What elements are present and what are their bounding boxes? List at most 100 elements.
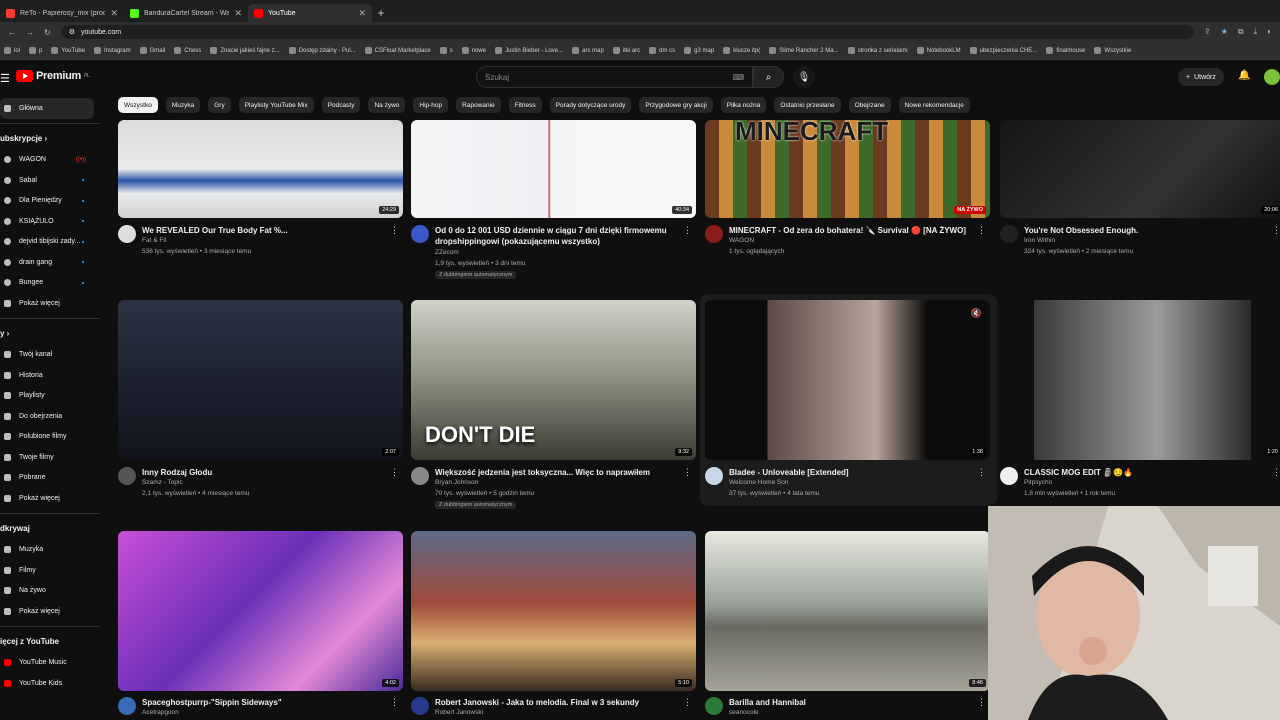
more-options-icon[interactable]: ⋮ [390,467,399,478]
video-title[interactable]: Spaceghostpurrp-"Sippin Sideways" [142,697,387,708]
share-icon[interactable]: ⇪ [1204,27,1211,37]
reload-icon[interactable]: ↻ [44,28,51,37]
video-thumbnail[interactable]: 1:20 [1000,300,1280,460]
video-thumbnail[interactable]: 40:34 [411,120,696,218]
download-icon[interactable]: ⤓ [1254,27,1258,37]
channel-avatar[interactable] [118,225,136,243]
bookmark-item[interactable]: Slime Rancher 2 Ma... [769,47,839,54]
bookmark-item[interactable]: YouTube [51,47,85,54]
bookmark-item[interactable]: NotebookLM [916,47,961,54]
bookmark-item[interactable]: Znacie jakieś fajne z... [210,47,280,54]
channel-name[interactable]: ZZecom [435,249,459,256]
more-options-icon[interactable]: ⋮ [683,225,692,236]
bookmark-item[interactable]: s [439,47,453,54]
video-title[interactable]: MINECRAFT - Od zera do bohatera! 🔪 Survi… [729,225,974,236]
channel-name[interactable]: Szamz - Topic [142,479,183,486]
bookmark-item[interactable]: p [29,47,42,54]
sidebar-item-subs-1[interactable]: Sabal [0,170,100,191]
search-input[interactable]: Szukaj ⌨ [476,66,753,88]
account-avatar[interactable] [1264,69,1280,85]
more-options-icon[interactable]: ⋮ [683,697,692,708]
channel-avatar[interactable] [411,697,429,715]
profile-icon[interactable]: ◐ [1267,27,1272,37]
youtube-logo[interactable]: Premium PL [16,70,90,82]
bookmark-item[interactable]: CSFloat Marketplace [364,47,431,54]
bookmark-item[interactable]: nowe [461,47,486,54]
chip-0[interactable]: Wszystko [118,97,158,113]
sidebar-item-more-0[interactable]: YouTube Music [0,653,100,674]
chip-5[interactable]: Na żywo [368,97,406,113]
channel-avatar[interactable] [1000,467,1018,485]
chip-9[interactable]: Porady dotyczące urody [549,97,632,113]
channel-avatar[interactable] [411,467,429,485]
video-thumbnail[interactable]: 1:38 🔇 [705,300,990,460]
channel-name[interactable]: Welcome Home Son [729,479,789,486]
sidebar-item-explore-0[interactable]: Muzyka [0,540,100,561]
channel-name[interactable]: Fat & Fit [142,237,167,244]
bookmark-item[interactable]: g3 map [684,47,714,54]
video-thumbnail[interactable]: 2:07 [118,300,403,460]
chip-3[interactable]: Playlisty YouTube Mix [238,97,314,113]
chip-6[interactable]: Hip-hop [413,97,449,113]
star-icon[interactable]: ★ [1221,27,1228,37]
sidebar-item-subs-0[interactable]: WAGON ((•)) [0,150,100,171]
more-options-icon[interactable]: ⋮ [683,467,692,478]
channel-avatar[interactable] [705,697,723,715]
chip-8[interactable]: Fitness [508,97,542,113]
video-thumbnail[interactable]: MINECRAFT NA ŻYWO [705,120,990,218]
sidebar-item-you-4[interactable]: Polubione filmy [0,427,100,448]
create-button[interactable]: + Utwórz [1178,68,1224,86]
video-title[interactable]: You're Not Obsessed Enough. [1024,225,1269,236]
bookmark-item[interactable]: itki arc [612,47,640,54]
bookmark-item[interactable]: dm cs [649,47,675,54]
chip-4[interactable]: Podcasty [321,97,361,113]
channel-name[interactable]: WAGON [729,237,754,244]
browser-tab-2[interactable]: BanduraCartel Stream - Watch ✕ [124,4,248,22]
chip-7[interactable]: Rapowanie [456,97,501,113]
video-title[interactable]: Od 0 do 12 001 USD dziennie w ciągu 7 dn… [435,225,680,247]
sidebar-item-you-7[interactable]: Pokaż więcej [0,488,100,509]
you-heading[interactable]: y › [0,323,100,345]
sidebar-item-home[interactable]: Główna [0,98,94,119]
chip-14[interactable]: Nowe rekomendacje [898,97,970,113]
channel-name[interactable]: Acetrapgoon [142,709,179,716]
sidebar-item-explore-2[interactable]: Na żywo [0,581,100,602]
sidebar-item-subs-2[interactable]: Dla Pieniędzy [0,191,100,212]
mute-icon[interactable]: 🔇 [971,308,982,319]
chip-2[interactable]: Gry [208,97,231,113]
sidebar-item-explore-1[interactable]: Filmy [0,560,100,581]
bookmark-item[interactable]: lol [4,47,20,54]
channel-name[interactable]: Iron Within [1024,237,1055,244]
sidebar-item-show-more-subs[interactable]: Pokaż więcej [0,293,100,314]
search-button[interactable]: ⌕ [753,66,784,88]
video-thumbnail[interactable]: DON'T DIE 9:32 [411,300,696,460]
channel-name[interactable]: Bryan Johnson [435,479,478,486]
chip-1[interactable]: Muzyka [165,97,201,113]
bookmark-item[interactable]: Dostęp zdalny - Pul... [288,47,356,54]
extensions-icon[interactable]: ⧉ [1238,27,1244,37]
forward-icon[interactable]: → [26,28,34,37]
browser-tab-1[interactable]: ReTo - Papierosy_mix (prod. Sr ✕ [0,4,124,22]
video-thumbnail[interactable]: 4:02 [118,531,403,691]
video-title[interactable]: Inny Rodzaj Głodu [142,467,387,478]
sidebar-item-subs-5[interactable]: drain gang [0,252,100,273]
video-thumbnail[interactable]: 8:46 [705,531,990,691]
close-tab-icon[interactable]: ✕ [234,8,242,19]
new-tab-button[interactable]: + [372,4,390,22]
more-options-icon[interactable]: ⋮ [1272,225,1280,236]
chip-11[interactable]: Piłka nożna [720,97,767,113]
more-options-icon[interactable]: ⋮ [977,697,986,708]
channel-avatar[interactable] [118,697,136,715]
sidebar-item-you-5[interactable]: Twoje filmy [0,447,100,468]
close-tab-icon[interactable]: ✕ [110,8,118,19]
video-title[interactable]: Robert Janowski - Jaka to melodia. Final… [435,697,680,708]
channel-avatar[interactable] [705,467,723,485]
more-options-icon[interactable]: ⋮ [1272,467,1280,478]
video-thumbnail[interactable]: 24:29 [118,120,403,218]
bookmark-item[interactable]: stronka z serialami [847,47,908,54]
sidebar-item-you-6[interactable]: Pobrane [0,468,100,489]
channel-avatar[interactable] [1000,225,1018,243]
sidebar-item-explore-3[interactable]: Pokaż więcej [0,601,100,622]
chip-12[interactable]: Ostatnio przesłane [774,97,841,113]
video-title[interactable]: Większość jedzenia jest toksyczna... Wię… [435,467,680,478]
